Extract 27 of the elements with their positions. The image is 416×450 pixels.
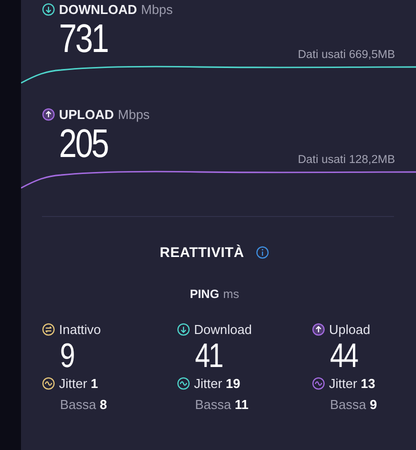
jitter-text: Jitter 1 bbox=[59, 376, 98, 390]
speed-value: 205 bbox=[59, 122, 108, 166]
unit-label: Mbps bbox=[118, 106, 150, 122]
ping-value: 9 bbox=[60, 337, 74, 375]
ping-label: PING bbox=[190, 287, 220, 301]
data-used-text: Dati usati 128,2MB bbox=[298, 154, 395, 166]
jitter-icon bbox=[42, 376, 55, 390]
unit-label: ms bbox=[223, 287, 240, 301]
speed-value: 731 bbox=[59, 17, 108, 61]
info-icon[interactable] bbox=[256, 246, 270, 258]
low-text: Bassa 9 bbox=[330, 397, 377, 412]
jitter-text: Jitter 13 bbox=[329, 376, 376, 390]
speed-label: UPLOAD bbox=[59, 106, 114, 122]
low-text: Bassa 8 bbox=[60, 397, 107, 412]
unit-label: Mbps bbox=[141, 2, 173, 16]
ping-value: 44 bbox=[330, 337, 358, 375]
ping-type-label: Upload bbox=[329, 322, 370, 336]
ping-type-label: Inattivo bbox=[59, 322, 101, 336]
ping-type-label: Download bbox=[194, 322, 252, 336]
jitter-icon bbox=[312, 376, 325, 390]
low-text: Bassa 11 bbox=[195, 397, 248, 412]
ping-value: 41 bbox=[195, 337, 222, 375]
jitter-icon bbox=[177, 376, 190, 390]
section-title: REATTIVITÀ bbox=[160, 244, 244, 260]
data-used-text: Dati usati 669,5MB bbox=[298, 49, 395, 61]
speed-label: DOWNLOAD bbox=[59, 2, 137, 16]
jitter-text: Jitter 19 bbox=[194, 376, 240, 390]
